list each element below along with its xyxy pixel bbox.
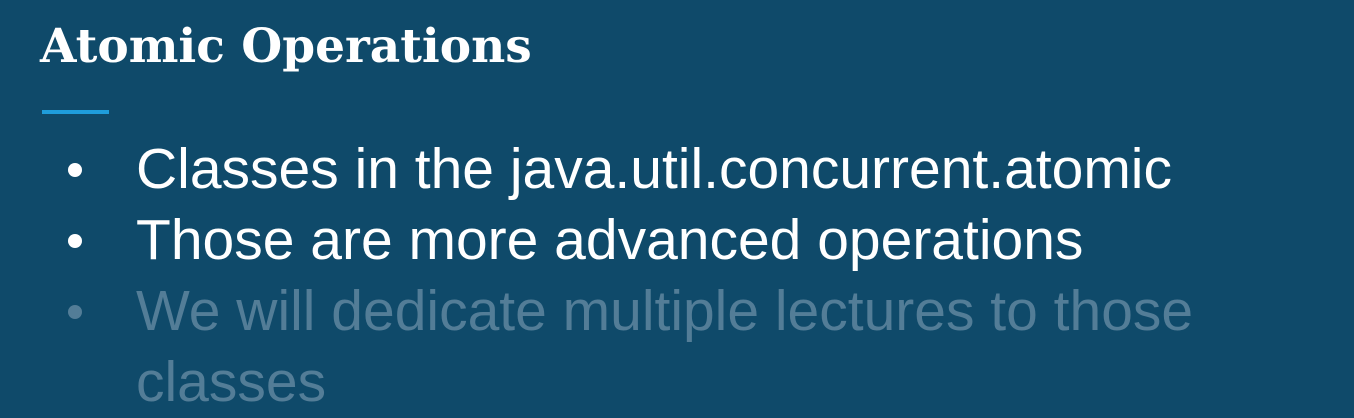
- title-accent-bar: [42, 110, 109, 114]
- bullet-dot-icon: [68, 163, 82, 177]
- bullet-dot-icon: [68, 305, 82, 319]
- bullet-item-2: Those are more advanced operations: [0, 205, 1256, 276]
- bullet-list: Classes in the java.util.concurrent.atom…: [0, 134, 1354, 418]
- bullet-text: We will dedicate multiple lectures to th…: [136, 279, 1194, 414]
- slide: Atomic Operations Classes in the java.ut…: [0, 0, 1354, 414]
- bullet-item-3: We will dedicate multiple lectures to th…: [0, 276, 1256, 418]
- bullet-text: Those are more advanced operations: [136, 208, 1084, 272]
- bullet-item-1: Classes in the java.util.concurrent.atom…: [0, 134, 1256, 205]
- slide-title: Atomic Operations: [40, 19, 532, 74]
- bullet-text: Classes in the java.util.concurrent.atom…: [136, 137, 1172, 201]
- bullet-dot-icon: [68, 234, 82, 248]
